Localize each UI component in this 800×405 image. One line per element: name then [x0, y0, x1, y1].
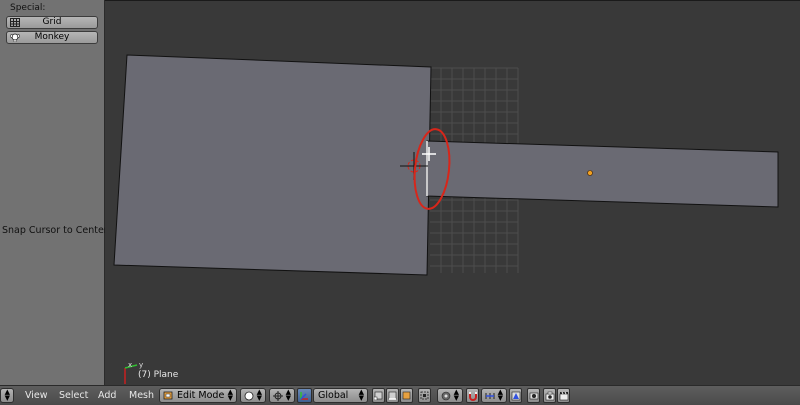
axis-y-label: y [139, 361, 143, 369]
monkey-icon [9, 33, 21, 43]
viewport-shading-button[interactable]: ▲ ▼ [240, 388, 266, 403]
face-select-icon [402, 391, 411, 400]
magnet-icon [469, 392, 477, 401]
proportional-arrows: ▲ ▼ [453, 388, 459, 402]
last-operator-label: Snap Cursor to Center [2, 225, 108, 236]
large-plane-face[interactable] [113, 54, 432, 276]
menu-select[interactable]: Select [59, 390, 88, 401]
mode-arrows: ▲ ▼ [227, 388, 233, 402]
viewport-canvas: y x [113, 54, 779, 384]
limit-selection-button[interactable] [418, 388, 431, 403]
menu-view[interactable]: View [25, 390, 48, 401]
manipulator-toggle[interactable] [297, 388, 312, 403]
pivot-icon [273, 391, 283, 401]
viewport-header: ▲ ▼ View Select Add Mesh Edit Mode ▲ ▼ ▲ ▼ … [0, 385, 800, 405]
3d-viewport[interactable]: y x (7) Plane [105, 0, 800, 385]
proportional-edit-icon [441, 391, 451, 401]
snap-element-arrows: ▲ ▼ [497, 388, 503, 402]
object-origin-dot [587, 170, 593, 176]
axis-x-label: x [128, 361, 132, 369]
object-info: (7) Plane [138, 370, 179, 380]
section-title-special: Special: [10, 3, 46, 13]
snap-element-button[interactable]: ▲ ▼ [481, 388, 507, 403]
render-icon [529, 392, 539, 400]
add-grid-label: Grid [42, 17, 62, 27]
edit-mode-icon [163, 391, 173, 400]
add-monkey-button[interactable]: Monkey [6, 31, 98, 44]
edge-select-icon [388, 391, 397, 400]
face-select-button[interactable] [400, 388, 413, 403]
menu-add[interactable]: Add [98, 390, 116, 401]
add-grid-button[interactable]: Grid [6, 16, 98, 29]
render-still-button[interactable] [527, 388, 540, 403]
occlude-icon [420, 391, 429, 400]
mode-label: Edit Mode [177, 390, 225, 401]
orientation-label: Global [318, 390, 349, 401]
editor-type-arrows: ▲ ▼ [4, 388, 10, 402]
tool-shelf: Special: Grid Monkey Snap Cursor to Cent… [0, 0, 108, 385]
opengl-render-button[interactable] [543, 388, 556, 403]
orientation-selector[interactable]: Global ▲ ▼ [313, 388, 368, 403]
snap-toggle[interactable] [466, 388, 479, 403]
solid-shading-icon [244, 391, 254, 401]
shading-arrows: ▲ ▼ [256, 388, 262, 402]
editor-type-button[interactable]: ▲ ▼ [0, 388, 14, 403]
opengl-animation-button[interactable] [557, 388, 570, 403]
mode-selector[interactable]: Edit Mode ▲ ▼ [159, 388, 237, 403]
grid-icon [10, 18, 20, 27]
snap-target-button[interactable] [509, 388, 522, 403]
vertex-select-button[interactable] [372, 388, 385, 403]
menu-mesh[interactable]: Mesh [129, 390, 154, 401]
vertex-select-icon [374, 391, 383, 400]
orientation-arrows: ▲ ▼ [358, 388, 364, 402]
snap-increment-icon [485, 393, 495, 399]
camera-icon [545, 391, 555, 401]
add-monkey-label: Monkey [34, 32, 70, 42]
snap-target-icon [511, 391, 521, 401]
pivot-point-button[interactable]: ▲ ▼ [269, 388, 295, 403]
edge-select-button[interactable] [386, 388, 399, 403]
proportional-edit-button[interactable]: ▲ ▼ [437, 388, 463, 403]
manipulator-icon [300, 392, 308, 400]
pivot-arrows: ▲ ▼ [285, 388, 291, 402]
clapperboard-icon [559, 391, 569, 401]
strip-plane-face[interactable] [426, 140, 779, 208]
